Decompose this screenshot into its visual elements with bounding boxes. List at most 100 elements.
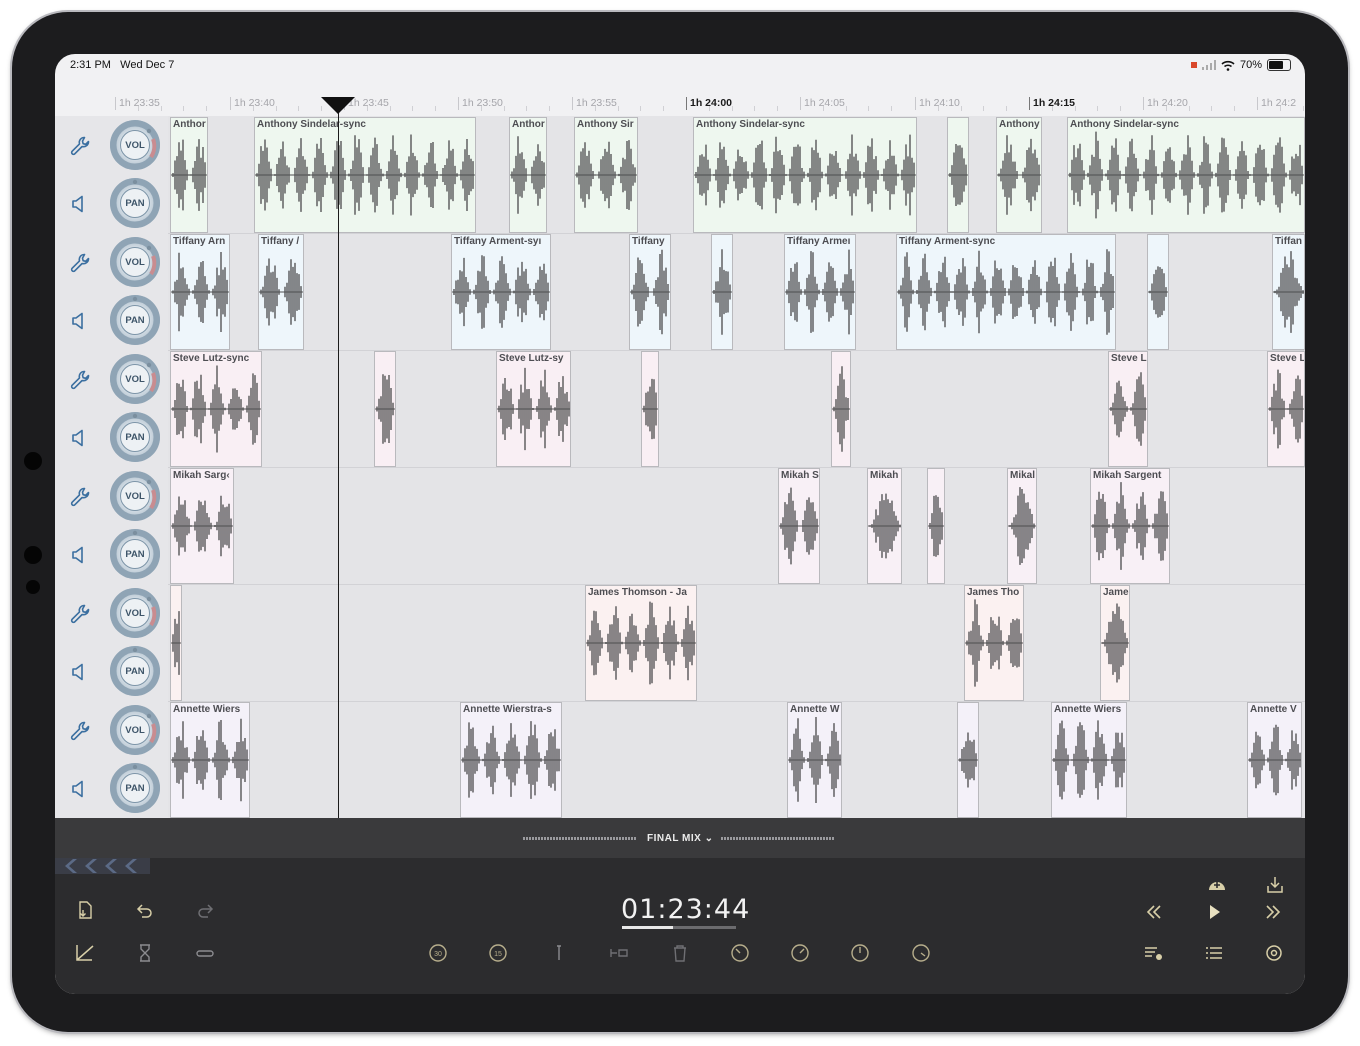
volume-knob-label: VOL [120, 598, 150, 628]
volume-knob[interactable]: VOL [110, 237, 160, 287]
audio-clip[interactable] [374, 351, 396, 467]
audio-clip[interactable]: Mikah S [778, 468, 820, 584]
playhead-line[interactable] [338, 100, 339, 818]
track-settings-wrench-icon[interactable] [67, 249, 95, 277]
fast-forward-icon[interactable] [1260, 898, 1288, 926]
timeline-ruler[interactable]: 1h 23:35 1h 23:40 1h 23:45 1h 23:50 1h 23:55… [55, 94, 1305, 116]
volume-knob[interactable]: VOL [110, 705, 160, 755]
pan-knob[interactable]: PAN [110, 412, 160, 462]
playhead-handle[interactable] [321, 97, 355, 114]
audio-clip[interactable]: Tiffany Arment-sync [896, 234, 1116, 350]
audio-clip[interactable]: Anthony Sindelar-sync [254, 117, 476, 233]
redo-icon[interactable] [191, 898, 219, 926]
pan-knob[interactable]: PAN [110, 295, 160, 345]
audio-clip[interactable]: Tiffany [629, 234, 671, 350]
audio-clip[interactable] [927, 468, 945, 584]
export-icon[interactable] [1261, 872, 1289, 900]
audio-clip[interactable]: Annette Wierstra-s [460, 702, 562, 818]
audio-clip[interactable]: Annette V [1247, 702, 1302, 818]
audio-clip[interactable]: Mikah Sargent [1090, 468, 1170, 584]
volume-knob[interactable]: VOL [110, 588, 160, 638]
link-icon[interactable] [191, 939, 219, 967]
list-icon[interactable] [1200, 939, 1228, 967]
track-settings-wrench-icon[interactable] [67, 717, 95, 745]
audio-clip[interactable]: Anthony Sindelar-sync [1067, 117, 1305, 233]
track-mute-speaker-icon[interactable] [66, 541, 94, 569]
track-mute-speaker-icon[interactable] [66, 307, 94, 335]
split-icon[interactable] [545, 939, 573, 967]
audio-clip[interactable]: Mikal [1007, 468, 1037, 584]
audio-clip[interactable]: Anthor [509, 117, 547, 233]
audio-clip[interactable]: Anthor [170, 117, 208, 233]
audio-clip[interactable] [831, 351, 851, 467]
gauge-1-icon[interactable] [726, 939, 754, 967]
pan-knob[interactable]: PAN [110, 178, 160, 228]
audio-clip[interactable]: Annette Wiers [1051, 702, 1127, 818]
import-icon[interactable] [71, 898, 99, 926]
pan-knob[interactable]: PAN [110, 646, 160, 696]
volume-knob[interactable]: VOL [110, 471, 160, 521]
audio-clip[interactable]: Anthony [996, 117, 1042, 233]
ruler-minor-tick [1279, 106, 1281, 111]
hourglass-icon[interactable] [131, 939, 159, 967]
track-settings-wrench-icon[interactable] [67, 600, 95, 628]
undo-icon[interactable] [131, 898, 159, 926]
track-mute-speaker-icon[interactable] [66, 658, 94, 686]
audio-clip[interactable]: Steve Lutz-sy [496, 351, 571, 467]
track-settings-wrench-icon[interactable] [67, 132, 95, 160]
audio-clip[interactable]: Steve L [1267, 351, 1305, 467]
waveform [171, 718, 249, 802]
volume-knob[interactable]: VOL [110, 354, 160, 404]
gauge-2-icon[interactable] [786, 939, 814, 967]
audio-clip[interactable]: Anthony Sir [574, 117, 638, 233]
audio-clip[interactable] [641, 351, 659, 467]
audio-clip[interactable]: Steve Lutz-sync [170, 351, 262, 467]
track-settings-wrench-icon[interactable] [67, 483, 95, 511]
audio-clip[interactable] [711, 234, 733, 350]
play-icon[interactable] [1200, 898, 1228, 926]
audio-clip[interactable]: Mikah [867, 468, 902, 584]
audio-clip[interactable]: Tiffany / [258, 234, 304, 350]
skip-back-30-icon[interactable]: 30 [424, 939, 452, 967]
audio-clip[interactable]: Annette Wiers [170, 702, 250, 818]
track-mute-speaker-icon[interactable] [66, 190, 94, 218]
audio-clip[interactable] [170, 585, 182, 701]
volume-knob[interactable]: VOL [110, 120, 160, 170]
audio-clip[interactable]: Tiffan [1272, 234, 1305, 350]
audio-clip[interactable]: James Tho [964, 585, 1024, 701]
pan-knob[interactable]: PAN [110, 763, 160, 813]
audio-clip[interactable]: Jame [1100, 585, 1130, 701]
skip-back-15-icon[interactable]: 15 [484, 939, 512, 967]
audio-clip[interactable]: Annette W [787, 702, 842, 818]
audio-clip[interactable] [947, 117, 969, 233]
audio-clip[interactable]: James Thomson - Ja [585, 585, 697, 701]
waveform [788, 717, 841, 803]
audio-clip[interactable]: Tiffany Arn [170, 234, 230, 350]
waveform [586, 601, 696, 685]
audio-clip[interactable]: Anthony Sindelar-sync [693, 117, 917, 233]
add-chapter-icon[interactable] [1139, 939, 1167, 967]
battery-icon [1267, 59, 1291, 71]
audio-clip[interactable]: Mikah Sarg‹ [170, 468, 234, 584]
pan-knob[interactable]: PAN [110, 529, 160, 579]
gauge-3-icon[interactable] [846, 939, 874, 967]
settings-icon[interactable] [1260, 939, 1288, 967]
final-mix-selector[interactable]: FINAL MIX ⌄ [647, 833, 714, 844]
track-mute-speaker-icon[interactable] [66, 424, 94, 452]
scroll-left-chevrons-icon[interactable] [55, 858, 150, 874]
add-icon[interactable] [1203, 872, 1231, 900]
audio-clip[interactable]: Tiffany Armeı [784, 234, 856, 350]
trim-icon[interactable] [71, 939, 99, 967]
track-settings-wrench-icon[interactable] [67, 366, 95, 394]
audio-clip[interactable] [957, 702, 979, 818]
fade-icon[interactable] [605, 939, 633, 967]
audio-clip[interactable]: Tiffany Arment-syı [451, 234, 551, 350]
gauge-4-icon[interactable] [907, 939, 935, 967]
playback-progress[interactable] [622, 926, 736, 929]
trash-icon[interactable] [666, 939, 694, 967]
audio-clip[interactable]: Steve L [1108, 351, 1148, 467]
audio-clip[interactable] [1147, 234, 1169, 350]
rewind-icon[interactable] [1139, 898, 1167, 926]
timecode-display[interactable]: 01:23:44 [621, 894, 750, 925]
track-mute-speaker-icon[interactable] [66, 775, 94, 803]
